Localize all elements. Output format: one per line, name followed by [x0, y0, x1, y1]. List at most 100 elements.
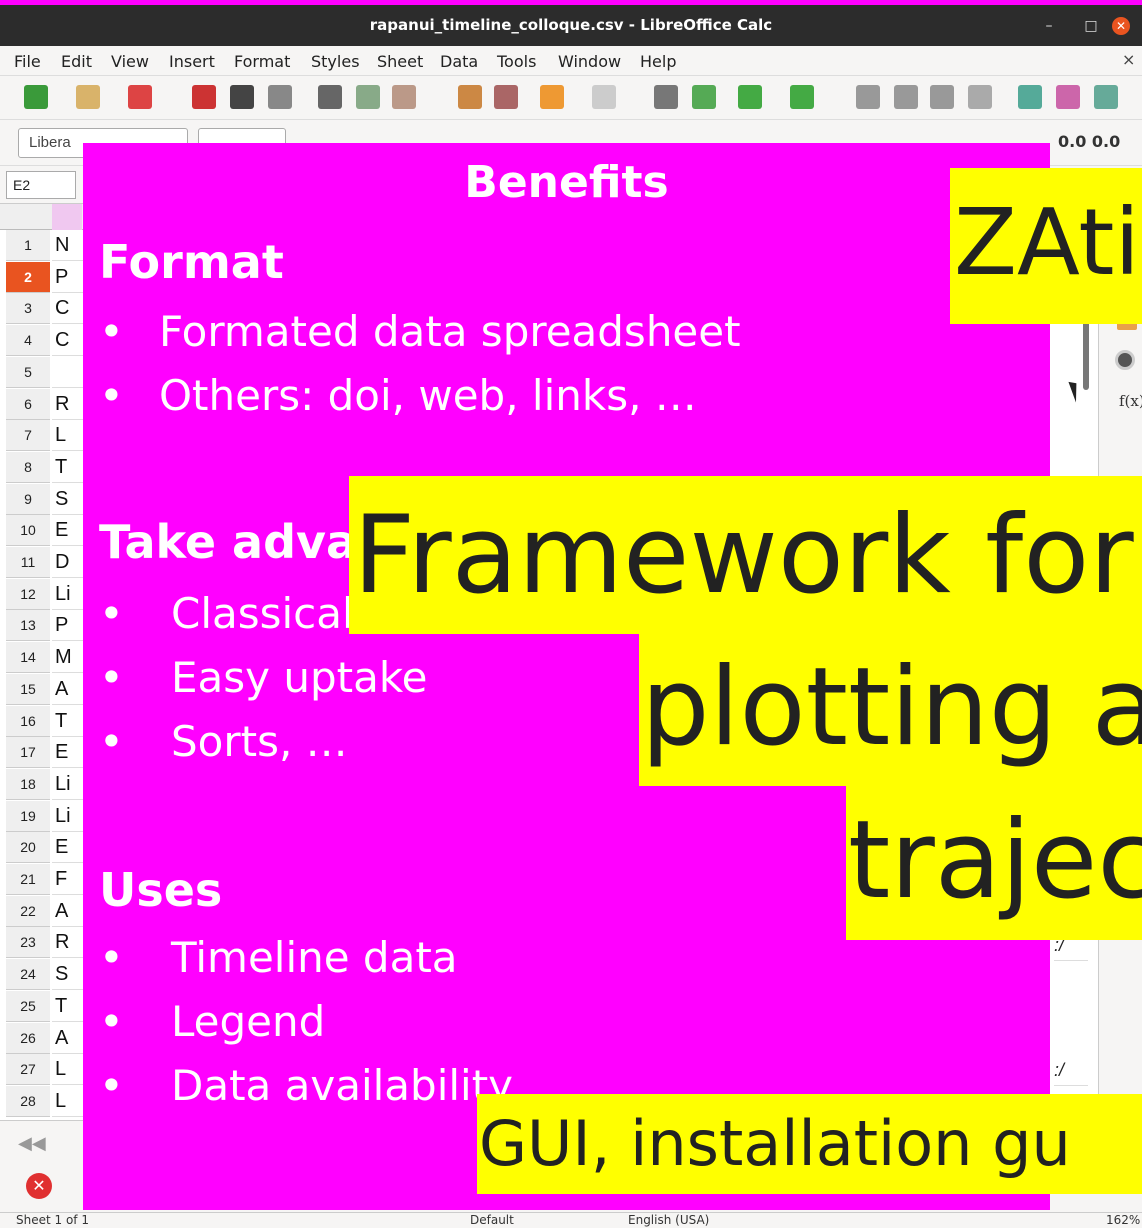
section-heading-format: Format: [99, 235, 284, 289]
bullet-icon: •: [99, 1061, 124, 1110]
save-icon[interactable]: [128, 85, 152, 109]
window-title: rapanui_timeline_colloque.csv - LibreOff…: [369, 16, 773, 34]
autofilter-icon[interactable]: [968, 85, 992, 109]
cut-icon[interactable]: [318, 85, 342, 109]
overlay-gui: GUI, installation gu: [477, 1094, 1142, 1194]
row-header[interactable]: 1: [6, 230, 50, 261]
minimize-icon[interactable]: –: [1040, 17, 1058, 35]
navigator-icon[interactable]: [1115, 350, 1135, 370]
column-header-a[interactable]: [52, 204, 82, 230]
row-header[interactable]: 15: [6, 673, 50, 705]
column-icon[interactable]: [790, 85, 814, 109]
decimal-places-icons[interactable]: 0.0 0.0: [1058, 132, 1120, 151]
bullet-icon: •: [99, 933, 124, 982]
row-header[interactable]: 8: [6, 451, 50, 483]
row-header[interactable]: 13: [6, 610, 50, 642]
bullet-item: • Timeline data: [99, 933, 458, 982]
bullet-icon: •: [99, 717, 124, 766]
menu-view[interactable]: View: [111, 52, 149, 71]
url-cell[interactable]: :/: [1054, 1055, 1088, 1086]
slide-title: Benefits: [464, 157, 669, 208]
open-folder-icon[interactable]: [76, 85, 100, 109]
bullet-item: • Classical: [99, 589, 354, 638]
menu-format[interactable]: Format: [234, 52, 290, 71]
menu-edit[interactable]: Edit: [61, 52, 92, 71]
bullet-text: Data availability: [171, 1061, 514, 1110]
row-header[interactable]: 26: [6, 1022, 50, 1054]
row-header[interactable]: 19: [6, 800, 50, 832]
row-header[interactable]: 20: [6, 832, 50, 864]
row-icon[interactable]: [738, 85, 762, 109]
menu-file[interactable]: File: [14, 52, 41, 71]
find-replace-icon[interactable]: [654, 85, 678, 109]
overlay-plotting: plotting a: [639, 634, 1142, 786]
functions-icon[interactable]: f(x): [1119, 392, 1142, 410]
redo-icon[interactable]: [592, 85, 616, 109]
row-header[interactable]: 23: [6, 927, 50, 959]
insert-chart-icon[interactable]: [1056, 85, 1080, 109]
print-preview-icon[interactable]: [268, 85, 292, 109]
bullet-text: Classical: [171, 589, 354, 638]
menu-help[interactable]: Help: [640, 52, 676, 71]
menu-window[interactable]: Window: [558, 52, 621, 71]
row-header[interactable]: 12: [6, 578, 50, 610]
bullet-icon: •: [99, 307, 124, 356]
clone-formatting-icon[interactable]: [458, 85, 482, 109]
row-header[interactable]: 28: [6, 1085, 50, 1117]
section-heading-advantage: Take adva: [99, 515, 358, 569]
row-header[interactable]: 16: [6, 705, 50, 737]
export-pdf-icon[interactable]: [192, 85, 216, 109]
row-header[interactable]: 11: [6, 547, 50, 578]
row-header[interactable]: 3: [6, 293, 50, 325]
row-header[interactable]: 14: [6, 642, 50, 674]
paste-icon[interactable]: [392, 85, 416, 109]
row-header[interactable]: 7: [6, 420, 50, 452]
menu-styles[interactable]: Styles: [311, 52, 360, 71]
spelling-icon[interactable]: [692, 85, 716, 109]
overlay-framework: Framework for: [349, 476, 1142, 634]
row-header[interactable]: 27: [6, 1054, 50, 1086]
sort-ascending-icon[interactable]: [894, 85, 918, 109]
bullet-icon: •: [99, 371, 124, 420]
pivot-table-icon[interactable]: [1094, 85, 1118, 109]
close-document-icon[interactable]: ×: [1122, 50, 1135, 69]
language-status: English (USA): [628, 1213, 710, 1227]
bullet-item: • Sorts, …: [99, 717, 348, 766]
menu-tools[interactable]: Tools: [497, 52, 536, 71]
row-header[interactable]: 5: [6, 356, 50, 388]
sort-descending-icon[interactable]: [930, 85, 954, 109]
row-header[interactable]: 24: [6, 959, 50, 991]
row-header[interactable]: 4: [6, 325, 50, 357]
sort-icon[interactable]: [856, 85, 880, 109]
bullet-text: Formated data spreadsheet: [159, 307, 741, 356]
row-header[interactable]: 22: [6, 895, 50, 927]
row-header[interactable]: 21: [6, 864, 50, 895]
close-icon[interactable]: ✕: [1112, 17, 1130, 35]
zoom-level[interactable]: 162%: [1106, 1213, 1140, 1227]
overlay-trajec: trajec: [846, 786, 1142, 940]
row-header[interactable]: 10: [6, 515, 50, 547]
first-sheet-icon[interactable]: ◀◀: [18, 1133, 46, 1154]
section-heading-uses: Uses: [99, 863, 223, 917]
row-header[interactable]: 25: [6, 990, 50, 1022]
window-titlebar: rapanui_timeline_colloque.csv - LibreOff…: [0, 5, 1142, 46]
error-icon[interactable]: ✕: [26, 1173, 52, 1199]
row-header[interactable]: 18: [6, 768, 50, 800]
maximize-icon[interactable]: □: [1082, 17, 1100, 35]
sheet-count: Sheet 1 of 1: [16, 1213, 89, 1227]
clear-formatting-icon[interactable]: [494, 85, 518, 109]
row-header[interactable]: 2: [6, 261, 50, 293]
copy-icon[interactable]: [356, 85, 380, 109]
menu-data[interactable]: Data: [440, 52, 478, 71]
menu-insert[interactable]: Insert: [169, 52, 215, 71]
menu-sheet[interactable]: Sheet: [377, 52, 423, 71]
bullet-text: Sorts, …: [171, 717, 348, 766]
row-header[interactable]: 17: [6, 737, 50, 769]
insert-image-icon[interactable]: [1018, 85, 1042, 109]
name-box[interactable]: E2: [6, 171, 76, 199]
new-document-icon[interactable]: [24, 85, 48, 109]
row-header[interactable]: 9: [6, 483, 50, 515]
undo-icon[interactable]: [540, 85, 564, 109]
row-header[interactable]: 6: [6, 388, 50, 420]
print-icon[interactable]: [230, 85, 254, 109]
